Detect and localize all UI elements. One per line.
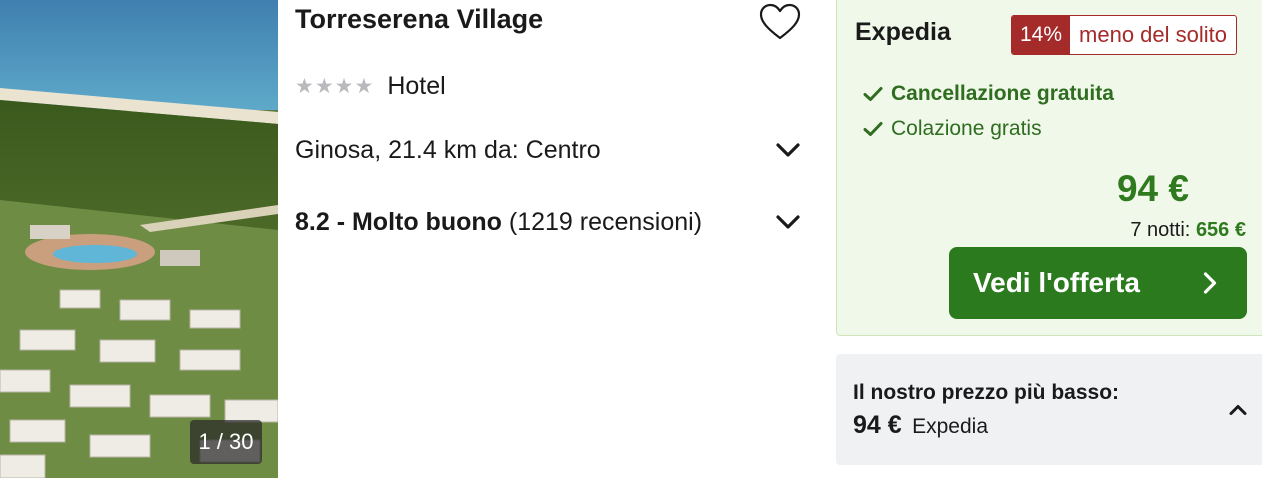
star-rating: ★ ★ ★ ★: [295, 76, 373, 97]
lowest-price-title: Il nostro prezzo più basso:: [853, 381, 1120, 404]
discount-text: meno del solito: [1079, 22, 1228, 47]
rating-score: 8.2 - Molto buono: [295, 207, 502, 236]
chevron-down-icon: [776, 143, 800, 157]
rating-reviews: (1219 recensioni): [508, 207, 703, 236]
view-offer-button[interactable]: Vedi l'offerta: [949, 247, 1247, 319]
chevron-right-icon: [1203, 272, 1217, 294]
discount-badge: 14% meno del solito: [1011, 15, 1238, 55]
feature-free-cancellation: Cancellazione gratuita: [863, 82, 1114, 106]
hotel-photo-image: [0, 0, 278, 478]
hotel-info: Torreserena Village ★ ★ ★ ★ Hotel Ginosa…: [278, 0, 834, 478]
check-icon: [863, 87, 883, 101]
rating-toggle[interactable]: 8.2 - Molto buono (1219 recensioni): [295, 204, 801, 240]
view-offer-label: Vedi l'offerta: [973, 267, 1140, 298]
favorite-button[interactable]: [758, 2, 802, 42]
hotel-type: Hotel: [387, 71, 446, 100]
feature-label: Cancellazione gratuita: [891, 82, 1114, 105]
hotel-result-card: 1 / 30 Torreserena Village ★ ★ ★ ★ Hotel…: [0, 0, 1262, 478]
offer-provider: Expedia: [855, 18, 951, 46]
feature-free-breakfast: Colazione gratis: [863, 117, 1042, 141]
check-icon: [863, 122, 883, 136]
location-toggle[interactable]: Ginosa, 21.4 km da: Centro: [295, 132, 801, 168]
nights-total-price: 656 €: [1195, 219, 1246, 241]
lowest-price-value: 94 €: [853, 411, 902, 439]
lowest-price-panel[interactable]: Il nostro prezzo più basso: 94 € Expedia: [836, 354, 1262, 465]
offer-panel: Expedia 14% meno del solito Cancellazion…: [836, 0, 1262, 336]
hotel-photo[interactable]: 1 / 30: [0, 0, 278, 478]
star-icon: ★: [314, 74, 334, 98]
location-text: Ginosa, 21.4 km da: Centro: [295, 135, 601, 164]
rating-text: 8.2 - Molto buono (1219 recensioni): [295, 208, 702, 237]
star-icon: ★: [334, 74, 354, 98]
star-icon: ★: [354, 74, 374, 98]
offer-price: 94 €: [1116, 168, 1189, 209]
chevron-up-icon: [1229, 405, 1247, 415]
chevron-down-icon: [776, 215, 800, 229]
nights-total: 7 notti: 656 €: [1130, 219, 1246, 242]
stars-row: ★ ★ ★ ★ Hotel: [295, 70, 446, 102]
star-icon: ★: [295, 74, 314, 98]
nights-label: 7 notti:: [1130, 219, 1191, 241]
photo-counter: 1 / 30: [190, 420, 262, 464]
lowest-price-provider: Expedia: [912, 415, 989, 438]
hotel-name[interactable]: Torreserena Village: [295, 4, 543, 35]
lowest-price-line: 94 € Expedia: [853, 411, 988, 440]
discount-percent: 14%: [1012, 16, 1071, 54]
heart-outline-icon: [759, 3, 801, 40]
feature-label: Colazione gratis: [891, 117, 1042, 140]
